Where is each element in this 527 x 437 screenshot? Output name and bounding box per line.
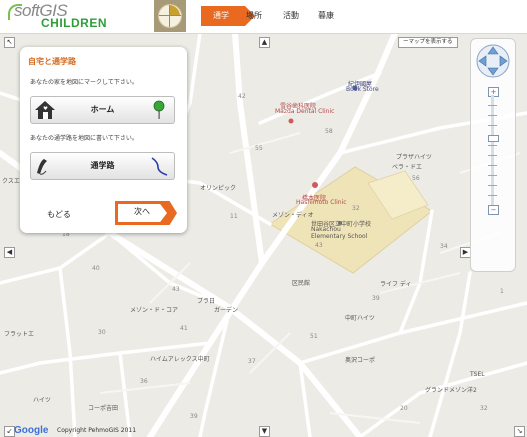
zoom-tick — [488, 115, 497, 116]
zoom-slider-handle[interactable] — [488, 135, 499, 142]
map-label-school-en2: Elementary School — [311, 233, 368, 240]
block-number: 39 — [372, 295, 380, 302]
map-label-mansion2: 中町ハイツ — [345, 315, 375, 322]
block-number: 32 — [352, 205, 360, 212]
compass-line-v — [169, 5, 170, 27]
logo-children-text: CHILDREN — [41, 16, 107, 30]
pan-control-icon[interactable] — [475, 43, 511, 79]
tab-commute[interactable]: 通学 — [201, 6, 255, 26]
zoom-tick — [488, 165, 497, 166]
zoom-tick — [488, 175, 497, 176]
home-button[interactable]: ホーム — [30, 96, 175, 124]
map-label-mansion3: メゾン・ド・コア — [130, 307, 179, 314]
block-number: 40 — [92, 265, 100, 272]
block-number: 36 — [140, 378, 148, 385]
route-line-icon — [151, 157, 168, 176]
map-label-bookstore-en: Book Store — [346, 86, 379, 93]
block-number: 41 — [180, 325, 188, 332]
pan-up-arrow-icon[interactable]: ▲ — [259, 37, 270, 48]
block-number: 39 — [190, 413, 198, 420]
block-number: 11 — [230, 213, 238, 220]
block-number: 30 — [98, 329, 106, 336]
copyright-text: Copyright PehmoGIS 2011 — [57, 427, 137, 434]
block-number: 34 — [440, 243, 448, 250]
zoom-tick — [488, 185, 497, 186]
map-label-store1: ブラ日 — [197, 298, 216, 305]
block-number: 43 — [315, 242, 323, 249]
map-label-right2: ベラ・ドエ — [392, 164, 423, 171]
block-number: 51 — [310, 333, 318, 340]
map-label-shop1: オリンピック — [200, 185, 237, 192]
map-label-shop2: ライフ ディ — [380, 281, 412, 288]
block-number: 58 — [325, 128, 333, 135]
block-number: 1 — [500, 288, 504, 295]
map-label-left3: ハイツ — [33, 397, 51, 404]
map-label-apt1: メゾン・ディオ — [272, 212, 314, 219]
compass-line-h — [159, 15, 181, 16]
map-label-mansion1: 奥沢コーポ — [345, 357, 376, 364]
block-number: 42 — [238, 93, 246, 100]
route-instruction: あなたの通学路を地図に書いて下さい。 — [30, 135, 138, 142]
home-instruction: あなたの家を地図にマークして下さい。 — [30, 79, 138, 86]
zoom-control: + − — [470, 38, 516, 272]
map-footer: Google Copyright PehmoGIS 2011 — [0, 425, 527, 437]
map-type-button[interactable]: ーマップを表示する — [398, 37, 458, 48]
map-label-left1: クスエ — [2, 178, 20, 185]
tab-living[interactable]: 暮康 — [318, 6, 334, 26]
zoom-slider-track[interactable] — [491, 95, 494, 205]
zoom-tick — [488, 125, 497, 126]
map-label-tsel: TSEL — [470, 371, 485, 378]
tab-activities[interactable]: 活動 — [283, 6, 299, 26]
commute-panel: 自宅と通学路 あなたの家を地図にマークして下さい。 ホーム あなたの通学路を地図… — [20, 47, 187, 233]
map-label-right1: プラザハイツ — [396, 154, 432, 161]
map-label-kominkan: 区民館 — [292, 280, 311, 287]
map-label-school-en1: Nakachou — [311, 226, 341, 233]
block-number: 32 — [480, 405, 488, 412]
block-number: 43 — [172, 286, 180, 293]
route-button[interactable]: 通学路 — [30, 152, 175, 180]
block-number: 37 — [248, 358, 256, 365]
map-label-dental-en: Mazda Dental Clinic — [275, 108, 335, 115]
zoom-out-button[interactable]: − — [488, 205, 499, 215]
zoom-tick — [488, 195, 497, 196]
next-button-label: 次へ — [134, 207, 150, 216]
compass-button[interactable] — [154, 0, 186, 32]
block-number: 55 — [255, 145, 263, 152]
google-logo-text: Google — [14, 425, 49, 436]
corner-nw-arrow-icon[interactable]: ↖ — [4, 37, 15, 48]
map-label-clinic-en: Hashimoto Clinic — [296, 199, 347, 206]
panel-title: 自宅と通学路 — [28, 57, 76, 66]
block-number: 56 — [412, 175, 420, 182]
zoom-tick — [488, 145, 497, 146]
block-number: 20 — [400, 405, 408, 412]
top-bar: softGIS CHILDREN 通学 場所 活動 暮康 — [0, 0, 527, 34]
map-label-apt2: グランドメゾン洋2 — [425, 387, 477, 394]
zoom-tick — [488, 155, 497, 156]
map-label-shop3: ガーデン — [214, 307, 239, 314]
map-label-store2: コーポ吉田 — [88, 405, 119, 412]
map-label-left2: フラットエ — [4, 331, 35, 338]
tab-places[interactable]: 場所 — [246, 6, 262, 26]
zoom-tick — [488, 105, 497, 106]
green-pin-icon — [153, 100, 165, 119]
map-label-apt3: ハイムアレックス中町 — [150, 356, 210, 363]
pan-left-arrow-icon[interactable]: ◀ — [4, 247, 15, 258]
google-logo: Google — [14, 425, 48, 436]
next-button[interactable]: 次へ — [115, 201, 177, 225]
app-logo: softGIS CHILDREN — [8, 1, 128, 32]
back-button[interactable]: もどる — [47, 209, 71, 220]
